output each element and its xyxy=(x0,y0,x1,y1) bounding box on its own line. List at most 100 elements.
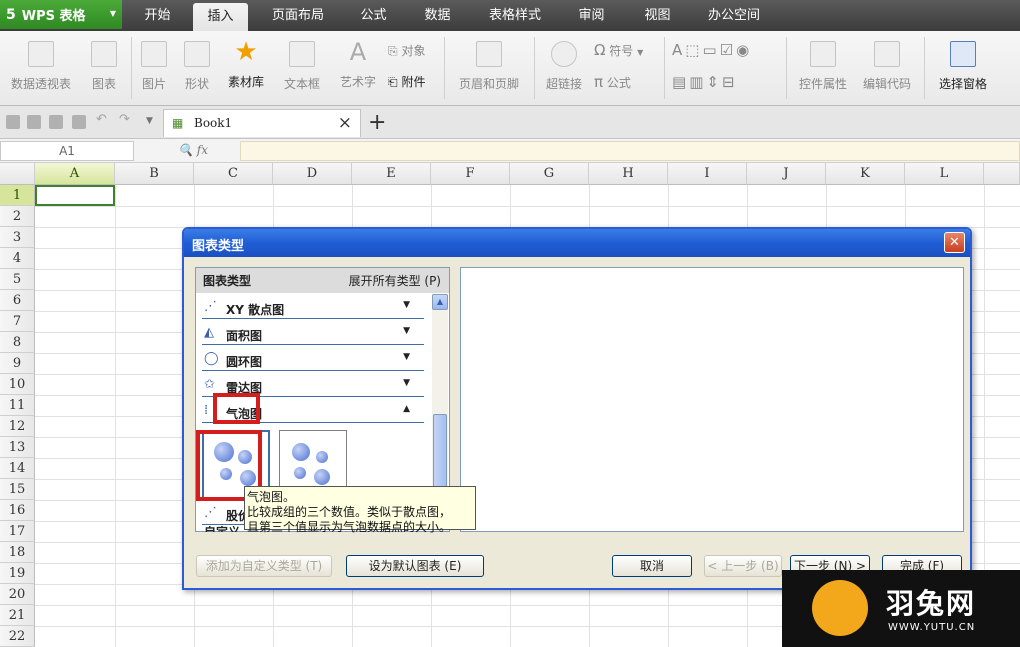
button-control-icon: ▭ xyxy=(702,41,720,59)
tab-page-layout[interactable]: 页面布局 xyxy=(262,0,334,31)
set-default-chart-button[interactable]: 设为默认图表 (E) xyxy=(346,555,484,577)
row-header[interactable]: 12 xyxy=(0,416,35,437)
customize-dropdown-icon[interactable]: ▼ xyxy=(146,116,160,130)
row-header[interactable]: 9 xyxy=(0,353,35,374)
previous-button[interactable]: < 上一步 (B) xyxy=(704,555,782,577)
category-area[interactable]: ◭ 面积图 ▼ xyxy=(202,322,424,345)
row-header[interactable]: 18 xyxy=(0,542,35,563)
zoom-icon[interactable]: 🔍 xyxy=(178,143,193,157)
picture-icon xyxy=(141,41,167,67)
tab-home[interactable]: 开始 xyxy=(130,0,185,31)
redo-icon[interactable]: ↷ xyxy=(119,112,133,127)
symbol-button[interactable]: Ω 符号 ▼ xyxy=(594,41,643,59)
row-header[interactable]: 7 xyxy=(0,311,35,332)
shape-button[interactable]: 形状 xyxy=(176,35,218,92)
edit-code-button[interactable]: 编辑代码 xyxy=(858,35,916,92)
pivot-table-button[interactable]: 数据透视表 xyxy=(6,35,76,92)
formula-label: 公式 xyxy=(606,76,631,90)
print-icon[interactable] xyxy=(49,115,63,129)
column-header[interactable]: L xyxy=(905,163,984,185)
control-properties-button[interactable]: 控件属性 xyxy=(794,35,852,92)
ribbon-divider xyxy=(534,37,535,99)
select-all-corner[interactable] xyxy=(0,163,35,185)
fx-icon[interactable]: fx xyxy=(197,143,208,157)
row-header[interactable]: 20 xyxy=(0,584,35,605)
textbox-button[interactable]: 文本框 xyxy=(276,35,328,92)
close-icon[interactable]: ✕ xyxy=(944,232,965,253)
page-icon xyxy=(476,41,502,67)
tab-insert[interactable]: 插入 xyxy=(193,3,248,31)
category-scatter[interactable]: ⋰ XY 散点图 ▼ xyxy=(202,296,424,319)
row-header[interactable]: 17 xyxy=(0,521,35,542)
tab-office-space[interactable]: 办公空间 xyxy=(698,0,770,31)
expand-all-link[interactable]: 展开所有类型 (P) xyxy=(349,272,441,289)
form-controls-row2[interactable]: ▤▥⇕⊟ xyxy=(672,73,738,91)
column-header[interactable]: H xyxy=(589,163,668,185)
row-header[interactable]: 8 xyxy=(0,332,35,353)
formula-input[interactable] xyxy=(240,141,1020,161)
column-header[interactable]: I xyxy=(668,163,747,185)
category-doughnut[interactable]: ◯ 圆环图 ▼ xyxy=(202,348,424,371)
formula-button[interactable]: π 公式 xyxy=(594,73,631,91)
row-header[interactable]: 15 xyxy=(0,479,35,500)
name-box[interactable]: A1 xyxy=(0,141,134,161)
row-header[interactable]: 3 xyxy=(0,227,35,248)
row-header[interactable]: 6 xyxy=(0,290,35,311)
column-header[interactable] xyxy=(984,163,1020,185)
scroll-up-icon[interactable]: ▲ xyxy=(432,294,448,310)
save-icon[interactable] xyxy=(27,115,41,129)
row-header[interactable]: 19 xyxy=(0,563,35,584)
watermark-name: 羽兔网 xyxy=(886,587,977,620)
row-header[interactable]: 2 xyxy=(0,206,35,227)
column-header[interactable]: B xyxy=(115,163,194,185)
chart-button[interactable]: 图表 xyxy=(86,35,122,92)
header-footer-button[interactable]: 页眉和页脚 xyxy=(452,35,526,92)
row-header[interactable]: 16 xyxy=(0,500,35,521)
new-tab-icon[interactable]: + xyxy=(368,110,386,135)
tab-table-style[interactable]: 表格样式 xyxy=(476,0,554,31)
column-header[interactable]: G xyxy=(510,163,589,185)
materials-button[interactable]: ★ 素材库 xyxy=(224,35,268,90)
tab-view[interactable]: 视图 xyxy=(630,0,685,31)
tab-data[interactable]: 数据 xyxy=(410,0,465,31)
open-icon[interactable] xyxy=(6,115,20,129)
column-header[interactable]: D xyxy=(273,163,352,185)
row-header[interactable]: 22 xyxy=(0,626,35,647)
close-tab-icon[interactable]: × xyxy=(338,113,352,133)
chart-preview-pane xyxy=(460,267,964,532)
column-header[interactable]: A xyxy=(35,163,115,185)
column-header[interactable]: C xyxy=(194,163,273,185)
row-header[interactable]: 13 xyxy=(0,437,35,458)
wordart-button[interactable]: A 艺术字 xyxy=(336,35,380,90)
picture-button[interactable]: 图片 xyxy=(138,35,170,92)
column-header[interactable]: F xyxy=(431,163,510,185)
row-header[interactable]: 1 xyxy=(0,185,35,206)
cancel-button[interactable]: 取消 xyxy=(612,555,692,577)
row-header[interactable]: 11 xyxy=(0,395,35,416)
area-chart-icon: ◭ xyxy=(204,325,214,340)
app-menu-button[interactable]: 5 WPS 表格 ▼ xyxy=(0,0,122,29)
omega-icon: Ω xyxy=(594,41,606,59)
row-header[interactable]: 14 xyxy=(0,458,35,479)
column-header[interactable]: J xyxy=(747,163,826,185)
column-header[interactable]: K xyxy=(826,163,905,185)
document-tab[interactable]: ▦ Book1 × xyxy=(163,109,361,137)
add-custom-type-button[interactable]: 添加为自定义类型 (T) xyxy=(196,555,332,577)
row-header[interactable]: 4 xyxy=(0,248,35,269)
column-header[interactable]: E xyxy=(352,163,431,185)
active-cell-a1[interactable] xyxy=(35,185,115,206)
object-button[interactable]: ⎘ 对象 xyxy=(388,42,425,59)
select-pane-button[interactable]: 选择窗格 xyxy=(932,35,994,92)
tab-review[interactable]: 审阅 xyxy=(564,0,619,31)
bubble-chart-icon: ⁞ xyxy=(204,403,209,418)
form-controls-row1[interactable]: A⬚▭☑◉ xyxy=(672,41,752,59)
hyperlink-button[interactable]: 超链接 xyxy=(542,35,586,92)
row-header[interactable]: 10 xyxy=(0,374,35,395)
category-custom[interactable]: 自定义 xyxy=(204,526,240,532)
attachment-button[interactable]: ⎗ 附件 xyxy=(388,73,425,90)
print-preview-icon[interactable] xyxy=(72,115,86,129)
undo-icon[interactable]: ↶ xyxy=(96,112,110,127)
row-header[interactable]: 21 xyxy=(0,605,35,626)
tab-formulas[interactable]: 公式 xyxy=(346,0,401,31)
row-header[interactable]: 5 xyxy=(0,269,35,290)
